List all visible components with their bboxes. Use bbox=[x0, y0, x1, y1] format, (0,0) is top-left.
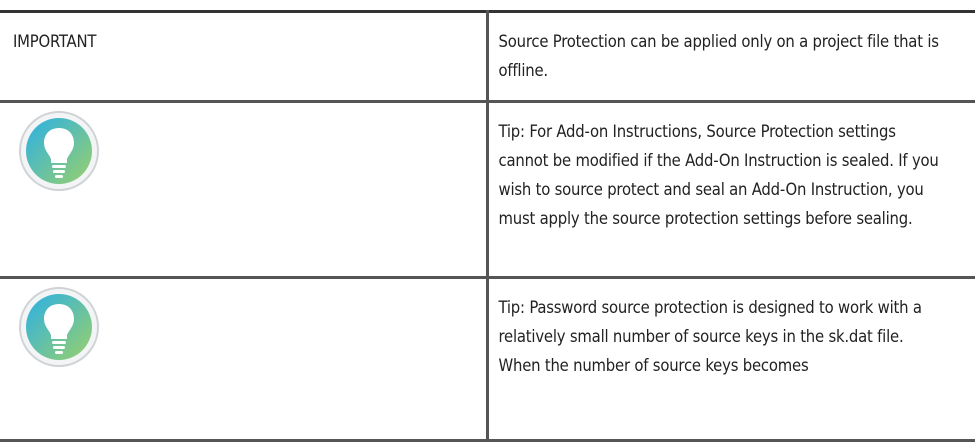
notes-table: IMPORTANT Source Protection can be appli… bbox=[0, 10, 975, 442]
tip-note-text: Tip: For Add-on Instructions, Source Pro… bbox=[489, 103, 975, 248]
note-text-cell: Tip: Password source protection is desig… bbox=[487, 278, 975, 441]
tip-note-row: Tip: For Add-on Instructions, Source Pro… bbox=[0, 102, 975, 278]
lightbulb-icon bbox=[18, 110, 100, 192]
note-text-cell: Source Protection can be applied only on… bbox=[487, 12, 975, 102]
important-label: IMPORTANT bbox=[0, 13, 486, 56]
tip-note-row: Tip: Password source protection is desig… bbox=[0, 278, 975, 441]
important-note-row: IMPORTANT Source Protection can be appli… bbox=[0, 12, 975, 102]
note-icon-cell bbox=[0, 278, 487, 441]
note-label-cell: IMPORTANT bbox=[0, 12, 487, 102]
note-icon-cell bbox=[0, 102, 487, 278]
lightbulb-icon bbox=[18, 286, 100, 368]
note-text-cell: Tip: For Add-on Instructions, Source Pro… bbox=[487, 102, 975, 278]
important-note-text: Source Protection can be applied only on… bbox=[489, 13, 975, 100]
tip-note-text: Tip: Password source protection is desig… bbox=[489, 279, 975, 395]
